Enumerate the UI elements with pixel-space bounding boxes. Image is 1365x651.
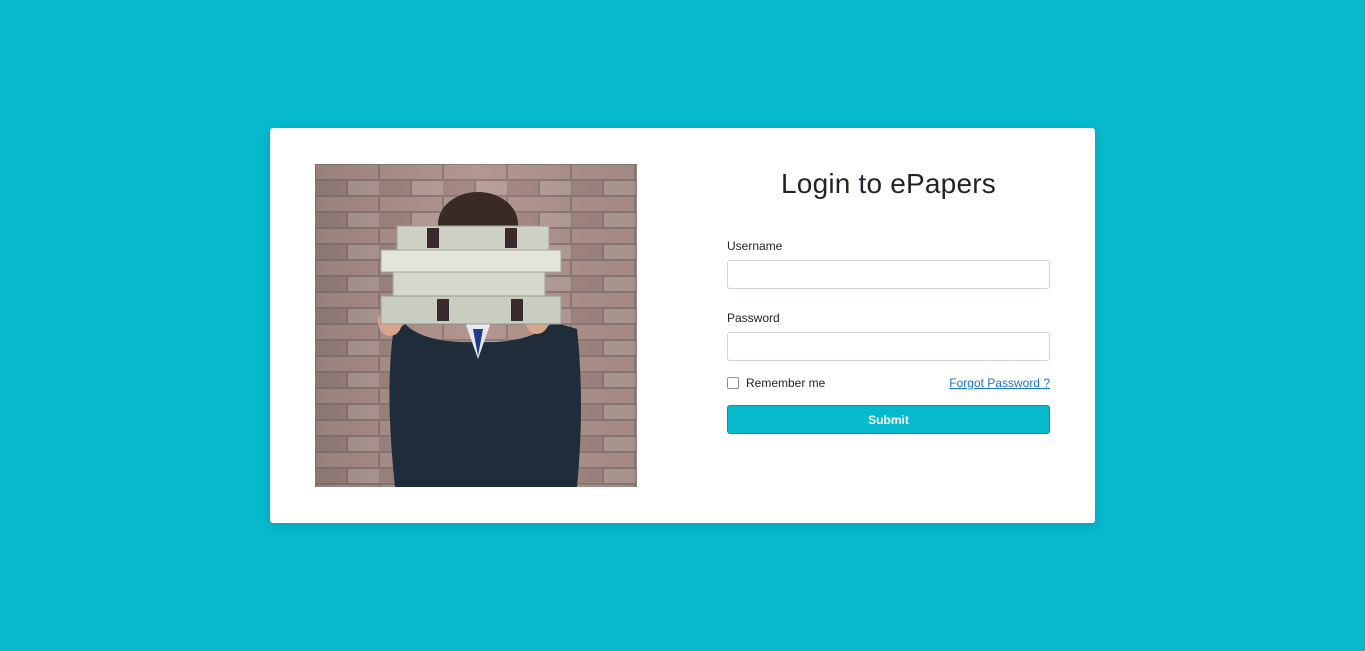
password-label: Password [727, 311, 780, 325]
password-input[interactable] [727, 332, 1050, 361]
page-title: Login to ePapers [781, 168, 996, 199]
login-card: Login to ePapers Username Password Remem… [270, 128, 1095, 523]
username-label: Username [727, 239, 783, 253]
username-input[interactable] [727, 260, 1050, 289]
remember-me-control[interactable]: Remember me [727, 376, 825, 390]
login-form: Login to ePapers Username Password Remem… [727, 164, 1050, 434]
options-row: Remember me Forgot Password ? [727, 376, 1050, 390]
person-holding-books-image [315, 164, 637, 487]
remember-me-label[interactable]: Remember me [746, 376, 825, 390]
remember-me-checkbox[interactable] [727, 377, 739, 389]
submit-button[interactable]: Submit [727, 405, 1050, 434]
forgot-password-link[interactable]: Forgot Password ? [949, 376, 1050, 390]
